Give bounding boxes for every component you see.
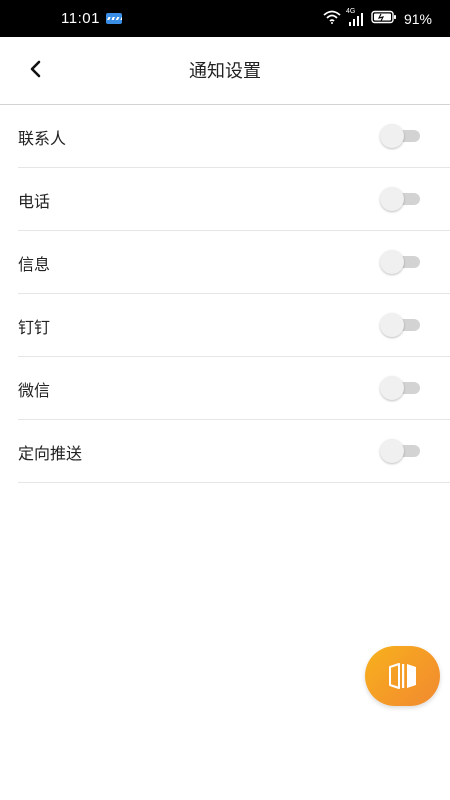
setting-label: 联系人 <box>18 131 67 148</box>
status-time: 11:01 <box>61 10 100 27</box>
setting-label: 微信 <box>18 383 51 400</box>
setting-row-targeted-push: 定向推送 <box>18 420 450 483</box>
setting-row-phone: 电话 <box>18 168 450 231</box>
dingtalk-toggle[interactable] <box>380 313 420 337</box>
setting-row-contacts: 联系人 <box>18 105 450 168</box>
toggle-thumb <box>380 124 404 148</box>
setting-label: 钉钉 <box>18 320 51 337</box>
phone-toggle[interactable] <box>380 187 420 211</box>
header-bar: 通知设置 <box>0 37 450 105</box>
toggle-thumb <box>380 250 404 274</box>
setting-row-dingtalk: 钉钉 <box>18 294 450 357</box>
page-title: 通知设置 <box>189 61 261 81</box>
floating-action-button[interactable] <box>365 646 440 706</box>
wifi-icon <box>323 10 341 29</box>
notification-settings-list: 联系人 电话 信息 钉钉 微信 定向推送 <box>0 105 450 483</box>
toggle-thumb <box>380 439 404 463</box>
setting-label: 信息 <box>18 257 51 274</box>
messages-toggle[interactable] <box>380 250 420 274</box>
targeted-push-toggle[interactable] <box>380 439 420 463</box>
setting-row-wechat: 微信 <box>18 357 450 420</box>
signal-icon: 4G <box>346 8 366 27</box>
split-screen-icon <box>389 663 416 689</box>
setting-label: 电话 <box>18 194 51 211</box>
toggle-thumb <box>380 187 404 211</box>
battery-icon <box>371 10 397 29</box>
status-bar: 11:01 4G 91% <box>0 0 450 37</box>
contacts-toggle[interactable] <box>380 124 420 148</box>
app-badge-icon <box>106 13 122 24</box>
toggle-thumb <box>380 376 404 400</box>
setting-row-messages: 信息 <box>18 231 450 294</box>
wechat-toggle[interactable] <box>380 376 420 400</box>
toggle-thumb <box>380 313 404 337</box>
status-icons: 4G 91% <box>323 8 432 29</box>
setting-label: 定向推送 <box>18 446 83 463</box>
battery-percent: 91% <box>403 11 432 27</box>
